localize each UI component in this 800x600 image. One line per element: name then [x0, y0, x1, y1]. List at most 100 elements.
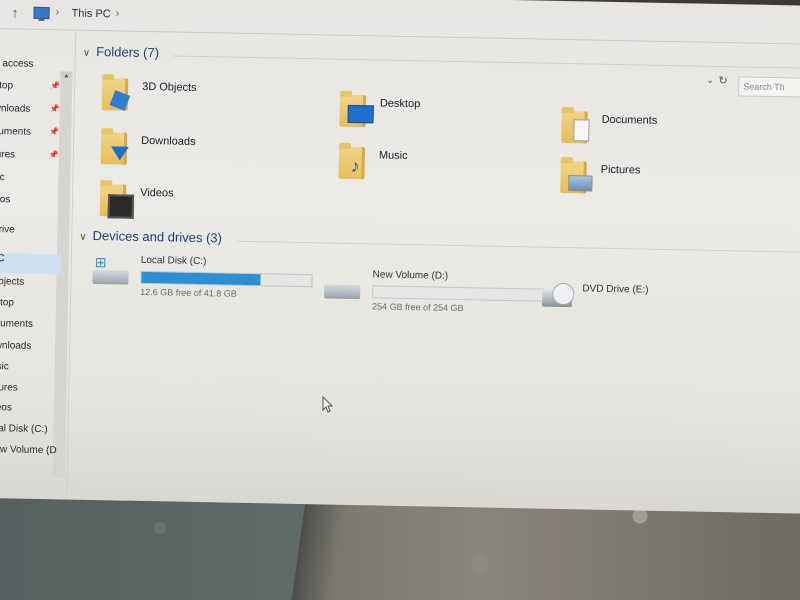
sidebar-item[interactable]: ideos: [0, 402, 58, 423]
desktop-overlay-icon: [347, 104, 374, 124]
devices-section-header[interactable]: ∨ Devices and drives (3): [79, 227, 223, 246]
section-divider: [172, 55, 800, 69]
sidebar-item[interactable]: PC: [0, 253, 61, 275]
sidebar-item[interactable]: Drive: [0, 224, 61, 245]
drive-item[interactable]: New Volume (D:) 254 GB free of 254 GB: [324, 268, 555, 322]
sidebar-item-label: ownloads: [0, 340, 32, 352]
refresh-icon[interactable]: ↻: [718, 74, 727, 87]
disc-icon: [552, 282, 575, 306]
sidebar-item-label: New Volume (D:: [0, 443, 58, 457]
sidebar-item[interactable]: ocal Disk (C:): [0, 423, 58, 444]
pin-icon[interactable]: 📌: [49, 150, 59, 159]
drive-label: New Volume (D:): [372, 269, 449, 282]
folders-section-header[interactable]: ∨ Folders (7): [83, 44, 159, 60]
breadcrumb[interactable]: This PC: [71, 8, 110, 21]
sidebar-item[interactable]: tures 📌: [0, 149, 63, 170]
folder-label: Videos: [140, 186, 174, 200]
3d-objects-icon: [101, 78, 131, 111]
windows-logo-icon: ⊞: [94, 254, 107, 271]
folder-label: 3D Objects: [142, 80, 197, 94]
folder-item[interactable]: Desktop: [339, 91, 570, 139]
folder-item[interactable]: ♪ Music: [338, 143, 569, 191]
sidebar-item-label: ideos: [0, 402, 12, 414]
sidebar-item[interactable]: ownloads: [0, 340, 59, 361]
search-input[interactable]: Search Th: [738, 76, 800, 98]
pin-icon[interactable]: 📌: [50, 104, 60, 113]
sidebar-item[interactable]: ktop 📌: [0, 80, 64, 101]
drive-item[interactable]: ⊞ Local Disk (C:) 12.6 GB free of 41.8 GB: [92, 254, 323, 308]
section-divider: [237, 240, 800, 253]
sidebar-item-label: ocal Disk (C:): [0, 422, 48, 436]
sidebar-item[interactable]: Objects: [0, 276, 60, 297]
sidebar-item-label: ictures: [0, 382, 18, 394]
sidebar-item-label: PC: [0, 253, 5, 265]
this-pc-icon: [33, 6, 50, 20]
chevron-right-icon[interactable]: ›: [55, 6, 59, 18]
folder-label: Pictures: [600, 163, 641, 177]
sidebar-item-label: ocuments: [0, 318, 34, 330]
sidebar-item-label: Objects: [0, 276, 25, 288]
file-explorer-window: ↑ › This PC › ⌄ ↻ Search Th ▲ k accesskt…: [0, 0, 800, 514]
sidebar-item-label: tures: [0, 149, 16, 161]
folder-item[interactable]: Pictures: [560, 157, 791, 205]
sidebar-item[interactable]: cuments 📌: [0, 126, 63, 147]
sidebar-item-label: sktop: [0, 297, 15, 309]
up-arrow-icon[interactable]: ↑: [11, 4, 18, 20]
sidebar-item[interactable]: sic: [0, 172, 62, 193]
3d-objects-overlay-icon: [109, 90, 131, 111]
folders-section-title: Folders (7): [96, 44, 160, 61]
sidebar-item-label: ktop: [0, 80, 14, 92]
sidebar-item[interactable]: wnloads 📌: [0, 103, 64, 124]
sidebar-item-label: Drive: [0, 224, 15, 236]
drive-label: Local Disk (C:): [140, 254, 207, 268]
chevron-down-icon[interactable]: ∨: [83, 48, 91, 59]
dvd-drive-icon: [542, 282, 575, 308]
documents-overlay-icon: [573, 119, 590, 142]
mouse-cursor-icon: [322, 396, 334, 413]
sidebar-item[interactable]: New Volume (D:: [0, 444, 57, 465]
chevron-down-icon[interactable]: ∨: [79, 232, 87, 243]
sidebar-item[interactable]: leos: [0, 194, 62, 215]
sidebar-item[interactable]: ictures: [0, 382, 58, 403]
music-overlay-icon: ♪: [350, 155, 360, 177]
documents-icon: [561, 110, 590, 144]
folder-item[interactable]: Documents: [561, 107, 792, 155]
folder-label: Desktop: [379, 97, 421, 111]
downloads-icon: [100, 132, 130, 165]
drive-usage-bar: [372, 285, 545, 302]
sidebar-item[interactable]: sktop: [0, 297, 60, 318]
hard-drive-icon: [324, 284, 361, 300]
pin-icon[interactable]: 📌: [50, 81, 60, 90]
drive-usage-fill: [141, 271, 261, 286]
folder-label: Documents: [601, 113, 658, 127]
sidebar-item-label: cuments: [0, 126, 32, 138]
sidebar-item-label: wnloads: [0, 103, 31, 115]
sidebar-item[interactable]: lusic: [0, 361, 59, 382]
sidebar-item[interactable]: k access: [0, 58, 65, 79]
downloads-overlay-icon: [110, 146, 130, 161]
chevron-right-icon[interactable]: ›: [115, 7, 119, 19]
drive-free-space: 12.6 GB free of 41.8 GB: [140, 286, 237, 299]
address-bar[interactable]: ↑ › This PC ›: [0, 0, 800, 45]
drive-free-space: 254 GB free of 254 GB: [371, 301, 464, 314]
folder-item[interactable]: Videos: [99, 180, 331, 228]
videos-overlay-icon: [107, 194, 135, 219]
videos-icon: [99, 184, 135, 219]
folder-item[interactable]: 3D Objects: [101, 74, 333, 122]
music-icon: ♪: [338, 146, 366, 180]
drive-usage-bar: [140, 270, 313, 288]
folder-label: Music: [378, 149, 408, 163]
folder-label: Downloads: [141, 134, 196, 148]
drive-item[interactable]: DVD Drive (E:): [542, 282, 773, 337]
sidebar-item-label: k access: [0, 58, 34, 70]
folder-item[interactable]: Downloads: [100, 128, 332, 176]
pin-icon[interactable]: 📌: [49, 127, 59, 136]
sidebar-item-label: sic: [0, 172, 5, 184]
sidebar-item[interactable]: ocuments: [0, 318, 60, 339]
pictures-overlay-icon: [568, 175, 593, 192]
sidebar-item-label: leos: [0, 194, 11, 206]
pictures-icon: [560, 160, 593, 194]
chevron-down-icon[interactable]: ⌄: [706, 75, 714, 86]
devices-section-title: Devices and drives (3): [92, 227, 223, 246]
hard-drive-icon: ⊞: [92, 254, 129, 285]
